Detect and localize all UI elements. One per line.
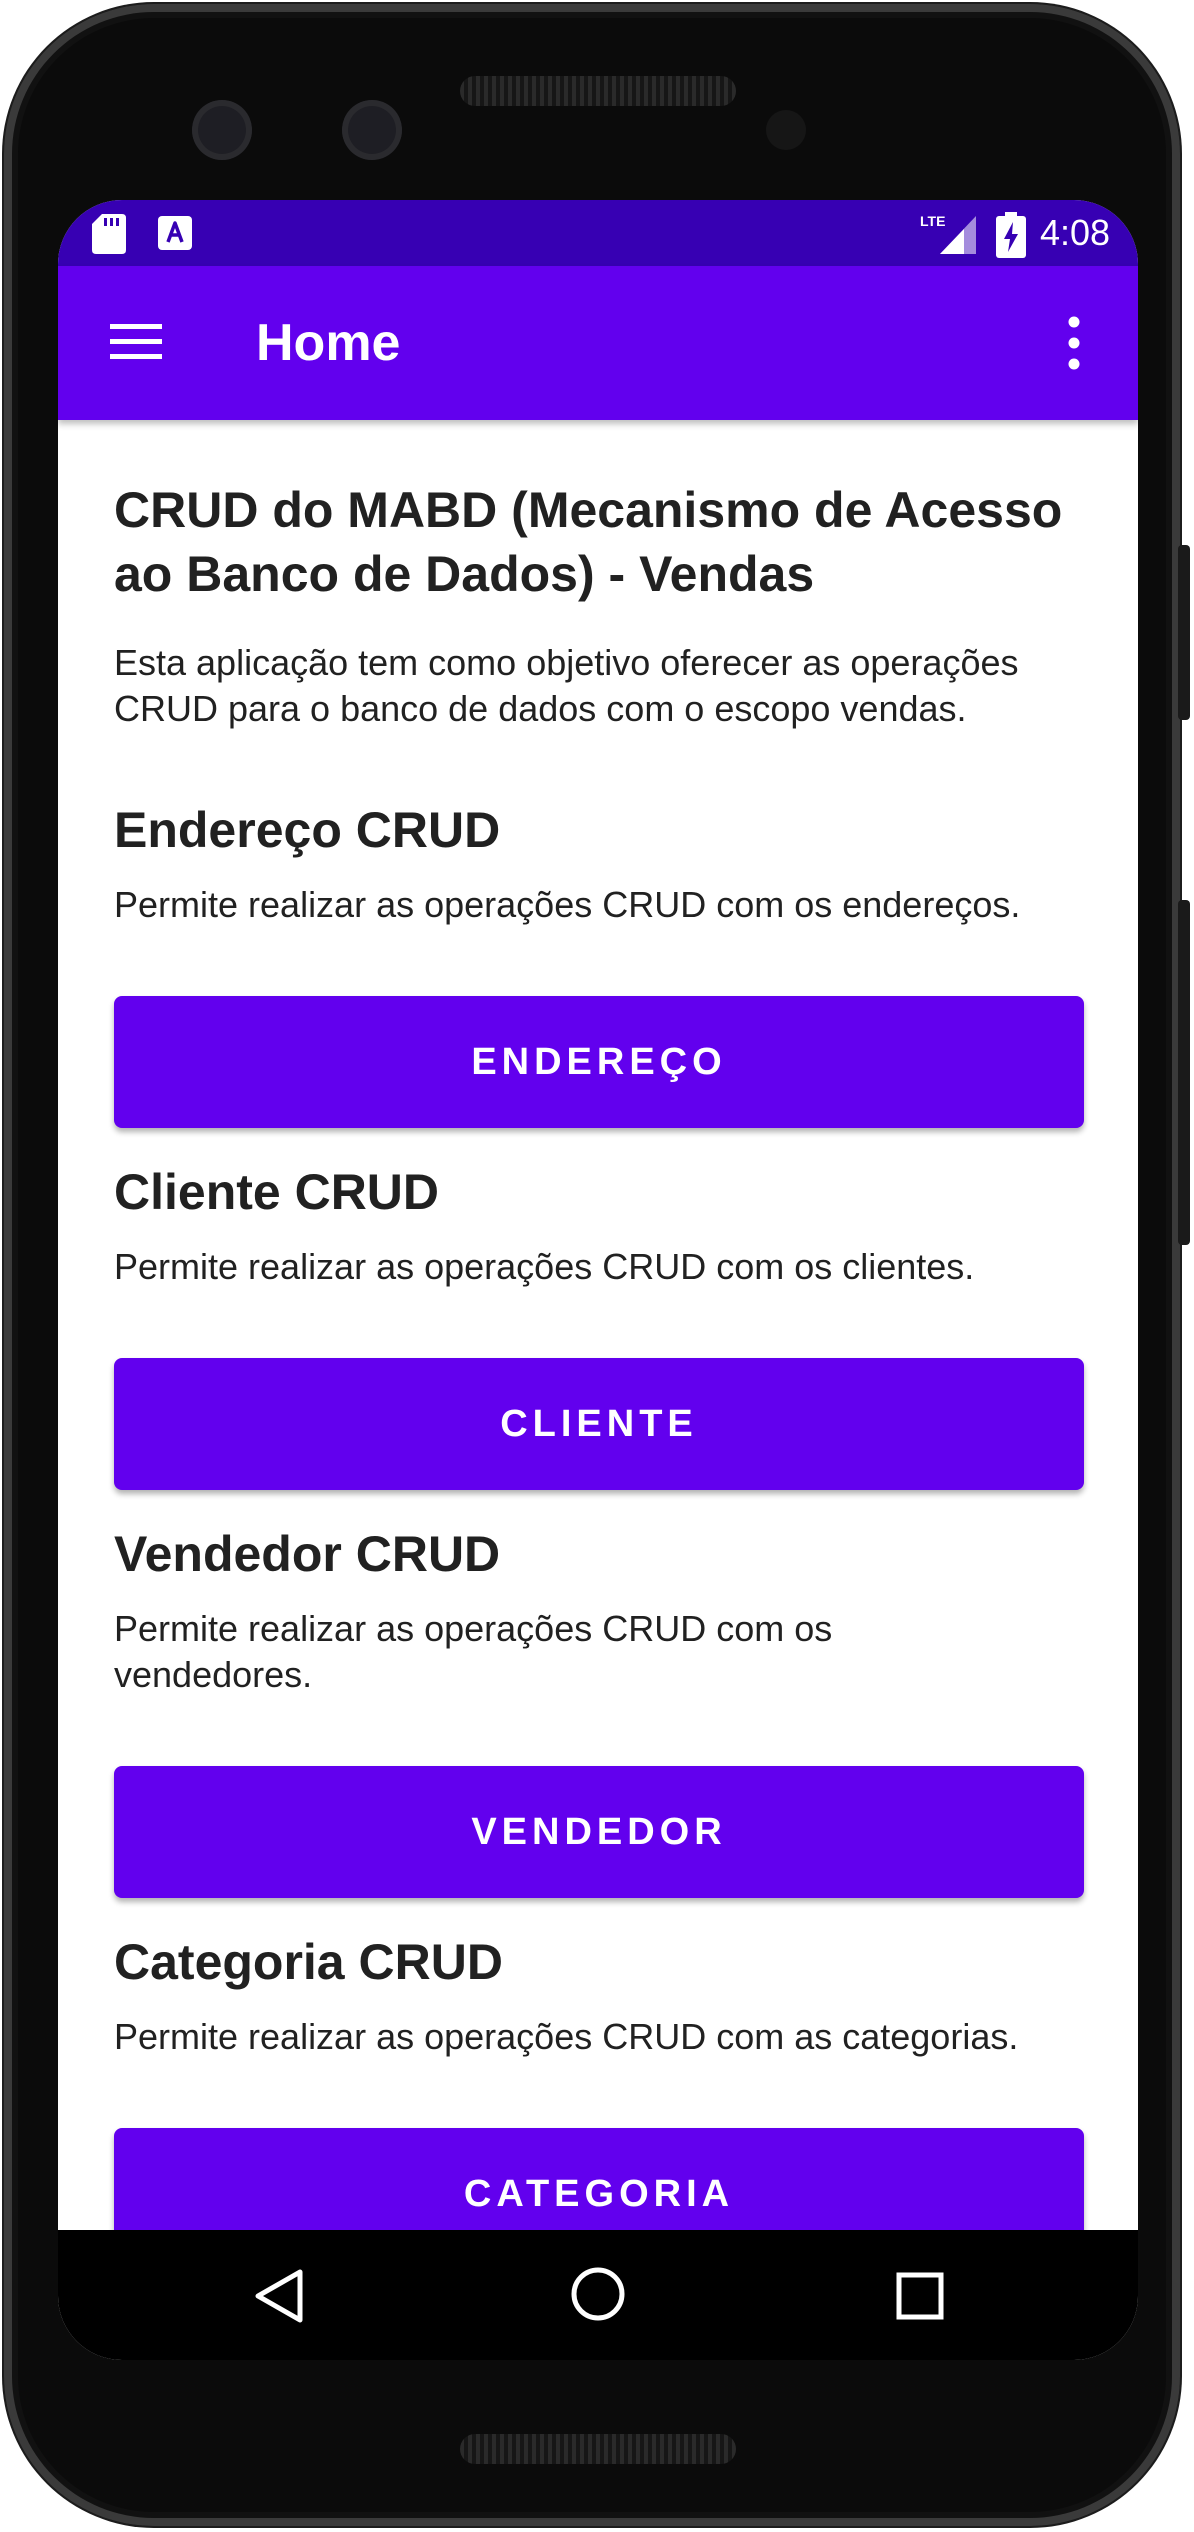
screen: LTE 4:08 Home CRUD do MABD (Mecanismo de…: [58, 200, 1138, 2360]
recents-square-icon[interactable]: [896, 2272, 944, 2320]
section-desc-endereco: Permite realizar as operações CRUD com o…: [114, 884, 1021, 925]
cliente-button[interactable]: CLIENTE: [114, 1358, 1084, 1490]
phone-frame: LTE 4:08 Home CRUD do MABD (Mecanismo de…: [4, 4, 1180, 2526]
a-notification-icon: [158, 216, 192, 250]
volume-button: [1178, 900, 1190, 1245]
earpiece-speaker: [460, 76, 736, 106]
app-bar: Home: [58, 266, 1138, 420]
bottom-speaker: [460, 2434, 736, 2464]
app-bar-title: Home: [256, 314, 401, 372]
front-camera-left: [192, 100, 252, 160]
section-title-vendedor: Vendedor CRUD: [114, 1526, 501, 1582]
section-desc-cliente: Permite realizar as operações CRUD com o…: [114, 1246, 975, 1287]
page-description: Esta aplicação tem como objetivo oferece…: [114, 642, 1019, 729]
lte-signal-icon: LTE: [920, 213, 976, 254]
section-title-cliente: Cliente CRUD: [114, 1164, 440, 1220]
status-time: 4:08: [1040, 212, 1111, 253]
page-heading: CRUD do MABD (Mecanismo de Acesso ao Ban…: [114, 482, 1063, 602]
hamburger-menu-icon[interactable]: [110, 322, 162, 362]
power-button: [1178, 545, 1190, 720]
vendedor-button[interactable]: VENDEDOR: [114, 1766, 1084, 1898]
system-nav-bar: [58, 2230, 1138, 2360]
sd-card-icon: [92, 214, 126, 254]
section-title-categoria: Categoria CRUD: [114, 1934, 503, 1990]
front-camera-right: [342, 100, 402, 160]
main-content: CRUD do MABD (Mecanismo de Acesso ao Ban…: [114, 420, 1084, 2260]
endereco-button[interactable]: ENDEREÇO: [114, 996, 1084, 1128]
more-vert-icon[interactable]: [1064, 316, 1084, 370]
section-desc-categoria: Permite realizar as operações CRUD com a…: [114, 2016, 1019, 2057]
section-desc-vendedor: Permite realizar as operações CRUD com o…: [114, 1608, 833, 1695]
battery-charging-icon: [996, 212, 1026, 258]
svg-text:LTE: LTE: [920, 213, 945, 229]
proximity-sensor: [766, 110, 806, 150]
back-icon[interactable]: [252, 2268, 306, 2324]
home-circle-icon[interactable]: [570, 2266, 626, 2322]
status-bar: LTE 4:08: [58, 200, 1138, 266]
section-title-endereco: Endereço CRUD: [114, 802, 501, 858]
